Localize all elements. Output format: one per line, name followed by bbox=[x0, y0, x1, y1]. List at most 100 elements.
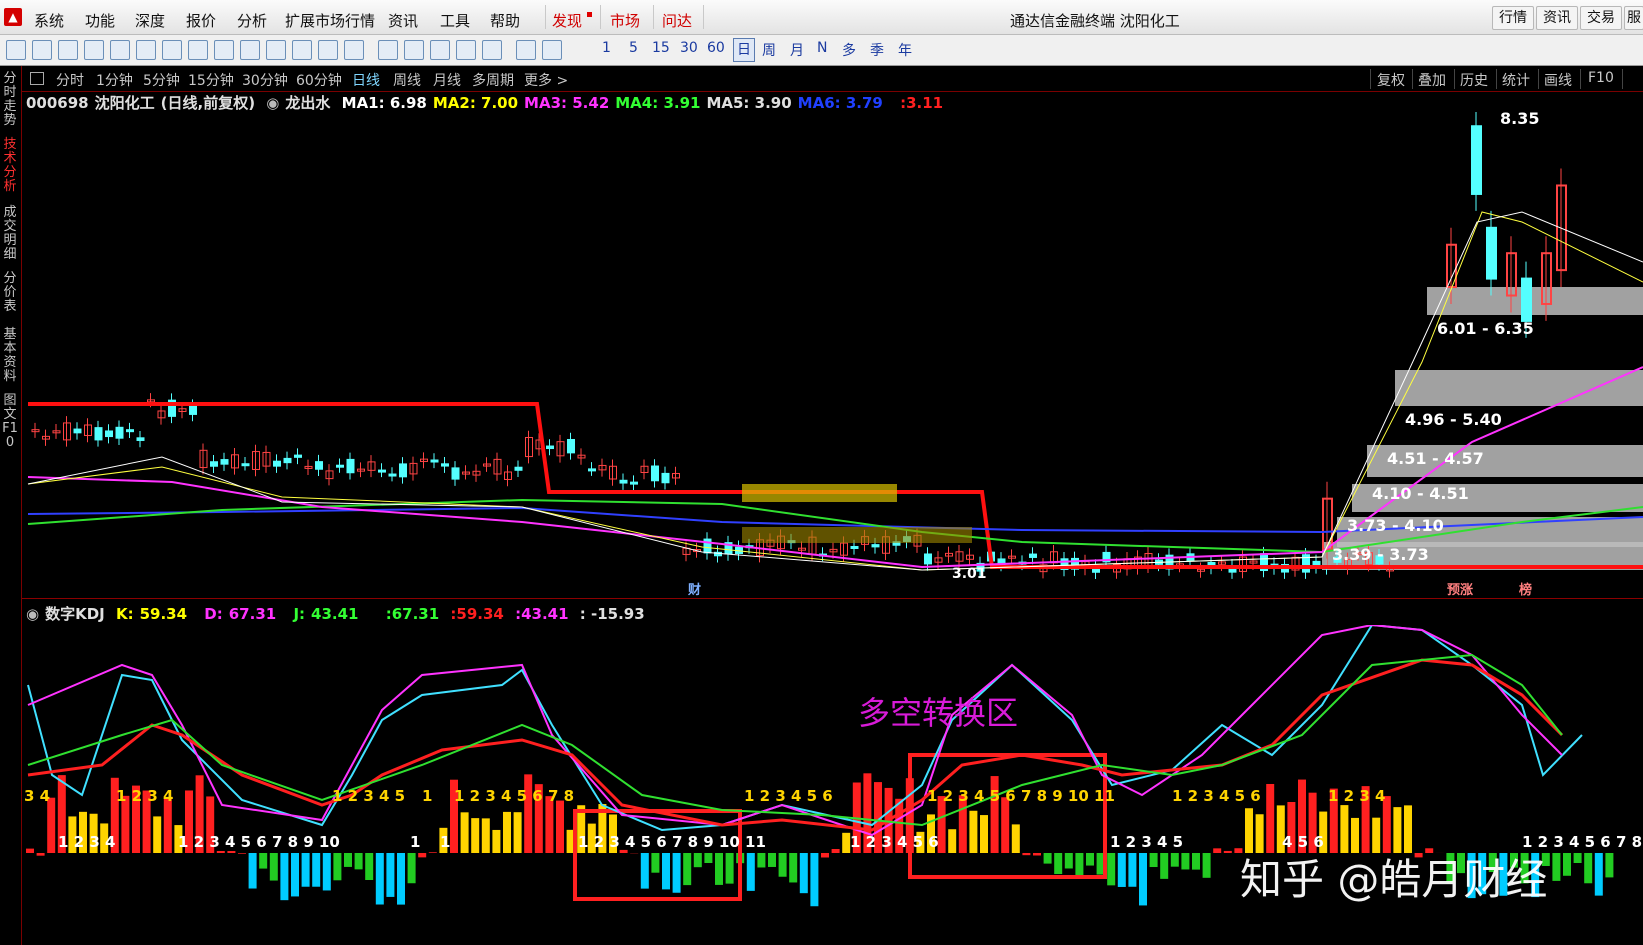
line-chart-icon[interactable] bbox=[136, 40, 156, 60]
menu-quote[interactable]: 报价 bbox=[186, 10, 216, 31]
kdj-histogram-bar bbox=[757, 853, 766, 868]
menu-help[interactable]: 帮助 bbox=[490, 10, 520, 31]
btn-drawline[interactable]: 画线 bbox=[1544, 70, 1572, 90]
price-chart[interactable]: 8.35 3.01 6.01 - 6.35 4.96 - 5.40 4.51 - 4.5… bbox=[22, 112, 1643, 598]
move-icon[interactable] bbox=[456, 40, 476, 60]
indicator-name[interactable]: 龙出水 bbox=[285, 94, 330, 112]
menu-tools[interactable]: 工具 bbox=[440, 10, 470, 31]
divider bbox=[1454, 69, 1455, 89]
menu-market[interactable]: 市场 bbox=[610, 10, 640, 31]
grid-icon[interactable] bbox=[110, 40, 130, 60]
rsi-icon[interactable] bbox=[404, 40, 424, 60]
tab-30min[interactable]: 30分钟 bbox=[242, 70, 288, 90]
sidebar-item-pricetable[interactable]: 分价表 bbox=[2, 272, 18, 314]
kdj-histogram-bar bbox=[365, 853, 374, 880]
menu-news[interactable]: 资讯 bbox=[388, 10, 418, 31]
pencil-icon[interactable] bbox=[482, 40, 502, 60]
period-day[interactable]: 日 bbox=[733, 38, 755, 62]
tab-1min[interactable]: 1分钟 bbox=[96, 70, 133, 90]
menu-function[interactable]: 功能 bbox=[85, 10, 115, 31]
kline-icon[interactable] bbox=[162, 40, 182, 60]
btn-quote[interactable]: 行情 bbox=[1492, 6, 1534, 30]
toolbar: 1 5 15 30 60 日 周 月 N 多 季 年 bbox=[0, 35, 1643, 66]
tab-5min[interactable]: 5分钟 bbox=[143, 70, 180, 90]
dollar-icon[interactable] bbox=[430, 40, 450, 60]
circle-icon[interactable] bbox=[344, 40, 364, 60]
indicator-dropdown-icon[interactable]: ◉ bbox=[266, 94, 279, 112]
btn-trade[interactable]: 交易 bbox=[1580, 6, 1622, 30]
period-quarter[interactable]: 季 bbox=[870, 40, 884, 60]
menu-system[interactable]: 系统 bbox=[34, 10, 64, 31]
volume-profile-box bbox=[1427, 287, 1643, 315]
period-1min[interactable]: 1 bbox=[602, 40, 611, 56]
tab-timeshare[interactable]: 分时 bbox=[56, 70, 84, 90]
menu-extended-market[interactable]: 扩展市场行情 bbox=[285, 10, 375, 31]
tab-monthly[interactable]: 月线 bbox=[433, 70, 461, 90]
divider bbox=[1580, 69, 1581, 89]
btn-history[interactable]: 历史 bbox=[1460, 70, 1488, 90]
doc-icon[interactable] bbox=[266, 40, 286, 60]
f5-icon[interactable] bbox=[516, 40, 536, 60]
sidebar-item-technical[interactable]: 技术分析 bbox=[2, 138, 18, 194]
period-5min[interactable]: 5 bbox=[629, 40, 638, 56]
table-icon[interactable] bbox=[188, 40, 208, 60]
kdj-histogram-bar bbox=[842, 832, 851, 853]
menu-depth[interactable]: 深度 bbox=[135, 10, 165, 31]
kdj-histogram-bar bbox=[291, 853, 299, 897]
btn-service[interactable]: 服 bbox=[1624, 6, 1643, 30]
kdj-number-sequence: 1 2 3 4 bbox=[116, 787, 173, 805]
price-range-label: 6.01 - 6.35 bbox=[1437, 319, 1534, 338]
sidebar-item-f10[interactable]: 图文F10 bbox=[2, 394, 18, 450]
sidebar-item-trades[interactable]: 成交明细 bbox=[2, 206, 18, 262]
tab-more[interactable]: 更多 > bbox=[524, 70, 568, 90]
btn-stats[interactable]: 统计 bbox=[1502, 70, 1530, 90]
kdj-name[interactable]: 数字KDJ bbox=[45, 605, 105, 623]
period-year[interactable]: 年 bbox=[898, 40, 912, 60]
tab-weekly[interactable]: 周线 bbox=[393, 70, 421, 90]
candle-body bbox=[651, 465, 659, 482]
tab-multiperiod[interactable]: 多周期 bbox=[472, 70, 514, 90]
indicator-icon[interactable] bbox=[378, 40, 398, 60]
tab-60min[interactable]: 60分钟 bbox=[296, 70, 342, 90]
kdj-histogram-bar bbox=[322, 853, 331, 891]
period-month[interactable]: 月 bbox=[790, 40, 804, 60]
period-60min[interactable]: 60 bbox=[707, 40, 725, 56]
kdj-histogram-bar bbox=[1054, 853, 1063, 875]
kdj-histogram-bar bbox=[460, 812, 469, 853]
f12-icon[interactable] bbox=[292, 40, 312, 60]
down-icon[interactable] bbox=[58, 40, 78, 60]
price-high-label: 8.35 bbox=[1500, 112, 1539, 128]
kdj-dropdown-icon[interactable]: ◉ bbox=[26, 605, 39, 623]
menu-wenda[interactable]: 问达 bbox=[662, 10, 692, 31]
f10-icon[interactable] bbox=[214, 40, 234, 60]
period-15min[interactable]: 15 bbox=[652, 40, 670, 56]
kdj-histogram-bar bbox=[1192, 853, 1200, 870]
refresh-icon[interactable] bbox=[542, 40, 562, 60]
period-multi[interactable]: 多 bbox=[842, 40, 856, 60]
tab-daily[interactable]: 日线 bbox=[352, 70, 380, 90]
kdj-number-sequence: 1 2 3 4 5 bbox=[1110, 833, 1183, 851]
menu-analysis[interactable]: 分析 bbox=[237, 10, 267, 31]
menu-discover[interactable]: 发现 bbox=[552, 10, 582, 31]
candle-body bbox=[924, 553, 932, 565]
sidebar-item-profile[interactable]: 基本资料 bbox=[2, 328, 18, 384]
period-30min[interactable]: 30 bbox=[680, 40, 698, 56]
btn-f10[interactable]: F10 bbox=[1588, 70, 1614, 86]
list-icon[interactable] bbox=[84, 40, 104, 60]
chart-icon[interactable] bbox=[240, 40, 260, 60]
up-icon[interactable] bbox=[32, 40, 52, 60]
panel-toggle-icon[interactable] bbox=[30, 72, 44, 85]
stock-name: 沈阳化工 bbox=[94, 94, 155, 112]
tab-15min[interactable]: 15分钟 bbox=[188, 70, 234, 90]
btn-news[interactable]: 资讯 bbox=[1536, 6, 1578, 30]
fx-icon[interactable] bbox=[318, 40, 338, 60]
candle-body bbox=[136, 437, 145, 441]
sidebar-item-timeshare[interactable]: 分时走势 bbox=[2, 72, 18, 128]
back-icon[interactable] bbox=[6, 40, 26, 60]
kdj-histogram-bar bbox=[810, 853, 819, 907]
btn-overlay[interactable]: 叠加 bbox=[1418, 70, 1446, 90]
btn-fuquan[interactable]: 复权 bbox=[1377, 70, 1405, 90]
kdj-histogram-bar bbox=[948, 829, 957, 853]
period-week[interactable]: 周 bbox=[762, 40, 776, 60]
period-n[interactable]: N bbox=[817, 40, 827, 56]
